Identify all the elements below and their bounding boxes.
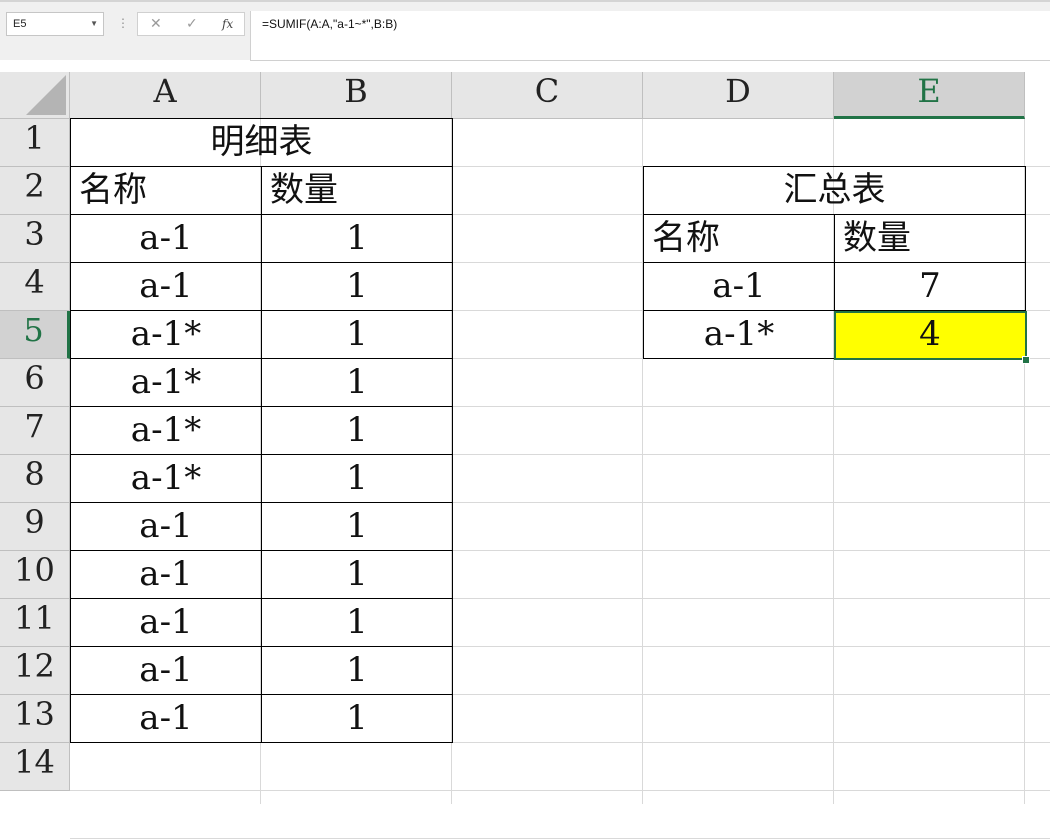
select-all-button[interactable] (0, 72, 70, 119)
name-box-value: E5 (13, 18, 27, 30)
fill-handle[interactable] (1022, 356, 1030, 364)
column-header-b[interactable]: B (261, 72, 452, 119)
summary-header-name[interactable]: 名称 (643, 214, 835, 263)
row-header-11[interactable]: 11 (0, 599, 70, 647)
summary-qty-cell[interactable]: 7 (834, 262, 1026, 311)
row-header-4[interactable]: 4 (0, 263, 70, 311)
detail-name-cell[interactable]: a-1* (70, 454, 262, 503)
detail-qty-cell[interactable]: 1 (261, 598, 453, 647)
row-header-14[interactable]: 14 (0, 743, 70, 791)
detail-qty-cell[interactable]: 1 (261, 262, 453, 311)
row-header-3[interactable]: 3 (0, 215, 70, 263)
detail-name-cell[interactable]: a-1* (70, 406, 262, 455)
detail-table-title[interactable]: 明细表 (70, 118, 453, 167)
row-header-6[interactable]: 6 (0, 359, 70, 407)
row-header-13[interactable]: 13 (0, 695, 70, 743)
column-header-c[interactable]: C (452, 72, 643, 119)
detail-name-cell[interactable]: a-1 (70, 646, 262, 695)
summary-name-cell[interactable]: a-1* (643, 310, 835, 359)
column-header-a[interactable]: A (70, 72, 261, 119)
detail-header-qty[interactable]: 数量 (261, 166, 453, 215)
row-header-2[interactable]: 2 (0, 167, 70, 215)
detail-header-name[interactable]: 名称 (70, 166, 262, 215)
detail-qty-cell[interactable]: 1 (261, 406, 453, 455)
summary-header-qty[interactable]: 数量 (834, 214, 1026, 263)
enter-icon[interactable]: ✓ (186, 15, 198, 33)
detail-name-cell[interactable]: a-1 (70, 262, 262, 311)
row-header-7[interactable]: 7 (0, 407, 70, 455)
detail-name-cell[interactable]: a-1 (70, 694, 262, 743)
row-header-8[interactable]: 8 (0, 455, 70, 503)
row-header-1[interactable]: 1 (0, 119, 70, 167)
detail-name-cell[interactable]: a-1* (70, 310, 262, 359)
detail-qty-cell[interactable]: 1 (261, 214, 453, 263)
detail-name-cell[interactable]: a-1 (70, 214, 262, 263)
detail-qty-cell[interactable]: 1 (261, 550, 453, 599)
summary-name-cell[interactable]: a-1 (643, 262, 835, 311)
formula-buttons: ✕ ✓ fx (137, 12, 245, 36)
cancel-icon[interactable]: ✕ (150, 15, 162, 33)
chevron-down-icon[interactable]: ▼ (90, 13, 98, 35)
detail-name-cell[interactable]: a-1 (70, 550, 262, 599)
detail-name-cell[interactable]: a-1 (70, 502, 262, 551)
column-header-e[interactable]: E (834, 72, 1025, 119)
detail-qty-cell[interactable]: 1 (261, 454, 453, 503)
row-header-5[interactable]: 5 (0, 311, 70, 359)
row-header-9[interactable]: 9 (0, 503, 70, 551)
detail-qty-cell[interactable]: 1 (261, 694, 453, 743)
row-header-10[interactable]: 10 (0, 551, 70, 599)
insert-function-icon[interactable]: fx (222, 15, 233, 33)
name-box[interactable]: E5 ▼ (6, 12, 104, 36)
row-header-12[interactable]: 12 (0, 647, 70, 695)
detail-qty-cell[interactable]: 1 (261, 310, 453, 359)
formula-bar: E5 ▼ ⋮ ✕ ✓ fx =SUMIF(A:A,"a-1~*",B:B) (0, 0, 1050, 61)
detail-qty-cell[interactable]: 1 (261, 358, 453, 407)
spreadsheet-grid: ABCDE 1 2 3 4 5 6 7 8 9 10 11 12 13 14 明细表 名称 数量 a-1 1 a-1… (0, 72, 1050, 839)
detail-name-cell[interactable]: a-1* (70, 358, 262, 407)
detail-qty-cell[interactable]: 1 (261, 502, 453, 551)
detail-qty-cell[interactable]: 1 (261, 646, 453, 695)
gridline (70, 790, 1050, 791)
formula-input[interactable]: =SUMIF(A:A,"a-1~*",B:B) (250, 11, 1050, 61)
column-header-d[interactable]: D (643, 72, 834, 119)
drag-handle-icon[interactable]: ⋮ (117, 14, 129, 32)
ribbon-edge (0, 0, 1050, 2)
summary-table-title[interactable]: 汇总表 (643, 166, 1026, 215)
summary-qty-cell[interactable]: 4 (834, 310, 1026, 359)
detail-name-cell[interactable]: a-1 (70, 598, 262, 647)
